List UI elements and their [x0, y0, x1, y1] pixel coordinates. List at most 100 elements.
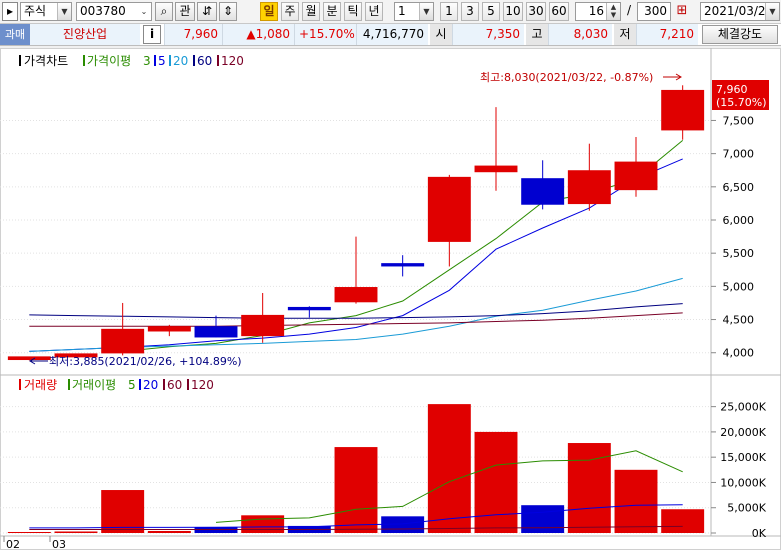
legend-marker: [154, 55, 156, 66]
chart-toolbar: ▸ 주식 ▼ 003780 ⌄ ⌕ 관 ⇵ ⇕ 일 주 월 분 틱 년 1 ▼ …: [0, 0, 781, 24]
period-tick-button[interactable]: 틱: [344, 2, 362, 21]
high-label: 고: [526, 24, 548, 45]
quote-info-bar: 과매 진양산업 i 7,960 ▲1,080 +15.70% 4,716,770…: [0, 24, 781, 46]
low-annotation-label: 최저:3,885(2021/02/26, +104.89%): [49, 355, 242, 368]
legend-marker: [169, 55, 171, 66]
period-month-button[interactable]: 월: [302, 2, 320, 21]
high-annotation-label: 최고:8,030(2021/03/22, -0.87%): [480, 71, 653, 84]
interval-1-button[interactable]: 1: [440, 2, 458, 21]
candle-body: [241, 314, 285, 337]
price-tick-label: 4,000: [723, 347, 755, 360]
legend-ma-3: 3: [143, 54, 151, 68]
interval-5-button[interactable]: 5: [482, 2, 500, 21]
candle-body: [147, 326, 191, 332]
volume-chart-title: 거래량: [24, 378, 57, 392]
grid-options-icon[interactable]: ⊞: [673, 2, 691, 21]
chart-canvas[interactable]: 4,000 4,500 5,000 5,500 6,000 6,500 7,000 7,500…: [0, 48, 781, 550]
candle-body: [567, 170, 611, 205]
legend-ma-title: 가격이평: [87, 54, 131, 68]
legend-ma-20: 20: [173, 54, 188, 68]
period-year-button[interactable]: 년: [365, 2, 383, 21]
volume-bar: [54, 531, 98, 533]
price-tick-label: 7,500: [723, 114, 755, 127]
legend-marker: [187, 379, 189, 390]
stepper-icon[interactable]: ▲ ▼: [606, 3, 620, 20]
page-count-stepper[interactable]: 16 ▲ ▼: [575, 2, 621, 21]
legend-vma-120: 120: [191, 378, 214, 392]
chevron-down-icon: ▼: [57, 3, 71, 20]
chevron-down-icon: ⌄: [137, 3, 151, 20]
open-label: 시: [430, 24, 452, 45]
price-change: ▲1,080: [222, 24, 294, 45]
volume-tick-label: 15,000K: [720, 451, 766, 464]
stock-code-input[interactable]: 003780 ⌄: [76, 2, 152, 21]
current-price-tag-pct: (15.70%): [716, 96, 767, 109]
date-picker[interactable]: 2021/03/22 ▼: [700, 2, 780, 21]
interval-select[interactable]: 1 ▼: [394, 2, 434, 21]
market-select[interactable]: 주식 ▼: [20, 2, 72, 21]
interval-30-button[interactable]: 30: [526, 2, 546, 21]
volume-tick-label: 5,000K: [727, 502, 766, 515]
date-tick-label: 03: [52, 538, 66, 550]
volume-bar: [474, 431, 518, 533]
volume-tick-label: 20,000K: [720, 426, 766, 439]
page-count-value: 16: [588, 4, 604, 18]
status-badge: 과매: [0, 24, 30, 45]
period-day-button[interactable]: 일: [260, 2, 278, 21]
candle-body: [194, 326, 238, 338]
price-chart-title: 가격차트: [24, 54, 68, 68]
candle-body: [287, 306, 331, 311]
period-minute-button[interactable]: 분: [323, 2, 341, 21]
legend-marker: [68, 379, 70, 390]
candle-body: [614, 161, 658, 191]
legend-ma-5: 5: [158, 54, 166, 68]
stock-code-value: 003780: [80, 4, 126, 18]
volume-bar: [661, 509, 705, 533]
open-price: 7,350: [452, 24, 524, 45]
spin-button[interactable]: ⇕: [219, 2, 237, 21]
legend-vma-20: 20: [143, 378, 158, 392]
current-price: 7,960: [164, 24, 222, 45]
date-tick-label: 02: [6, 538, 20, 550]
legend-vma-5: 5: [128, 378, 136, 392]
candle-body: [7, 356, 51, 361]
trade-volume: 4,716,770: [356, 24, 428, 45]
current-price-tag-value: 7,960: [716, 83, 748, 96]
expand-icon[interactable]: ▸: [2, 2, 18, 21]
chart-area: 4,000 4,500 5,000 5,500 6,000 6,500 7,000 7,500…: [0, 48, 781, 550]
volume-bar: [334, 447, 378, 533]
volume-bar: [101, 490, 145, 533]
price-tick-label: 6,500: [723, 181, 755, 194]
interval-select-value: 1: [398, 4, 406, 18]
info-button[interactable]: i: [143, 25, 161, 44]
market-select-value: 주식: [24, 4, 47, 18]
strength-button[interactable]: 체결강도: [702, 25, 778, 44]
search-button[interactable]: ⌕: [155, 2, 173, 21]
legend-vma-title: 거래이평: [72, 378, 116, 392]
date-value: 2021/03/22: [704, 4, 774, 18]
legend-marker: [83, 55, 85, 66]
period-week-button[interactable]: 주: [281, 2, 299, 21]
volume-tick-label: 25,000K: [720, 401, 766, 414]
favorite-button[interactable]: 관: [175, 2, 195, 21]
current-price-tag: 7,960 (15.70%): [712, 80, 769, 110]
volume-bar: [614, 469, 658, 533]
volume-bar: [241, 515, 285, 533]
chevron-down-icon: ▼: [765, 3, 779, 20]
chevron-down-icon: ▼: [419, 3, 433, 20]
candle-body: [381, 263, 425, 267]
interval-3-button[interactable]: 3: [461, 2, 479, 21]
legend-ma-60: 60: [197, 54, 212, 68]
legend-ma-120: 120: [221, 54, 244, 68]
price-tick-label: 6,000: [723, 214, 755, 227]
page-separator: /: [626, 3, 632, 17]
interval-60-button[interactable]: 60: [549, 2, 569, 21]
legend-vma-60: 60: [167, 378, 182, 392]
stock-name: 진양산업: [30, 24, 140, 45]
volume-bar: [194, 527, 238, 533]
page-total-input[interactable]: 300: [637, 2, 671, 21]
link-button[interactable]: ⇵: [197, 2, 217, 21]
low-annotation: 최저:3,885(2021/02/26, +104.89%): [29, 355, 242, 368]
candle-body: [101, 328, 145, 354]
interval-10-button[interactable]: 10: [503, 2, 523, 21]
